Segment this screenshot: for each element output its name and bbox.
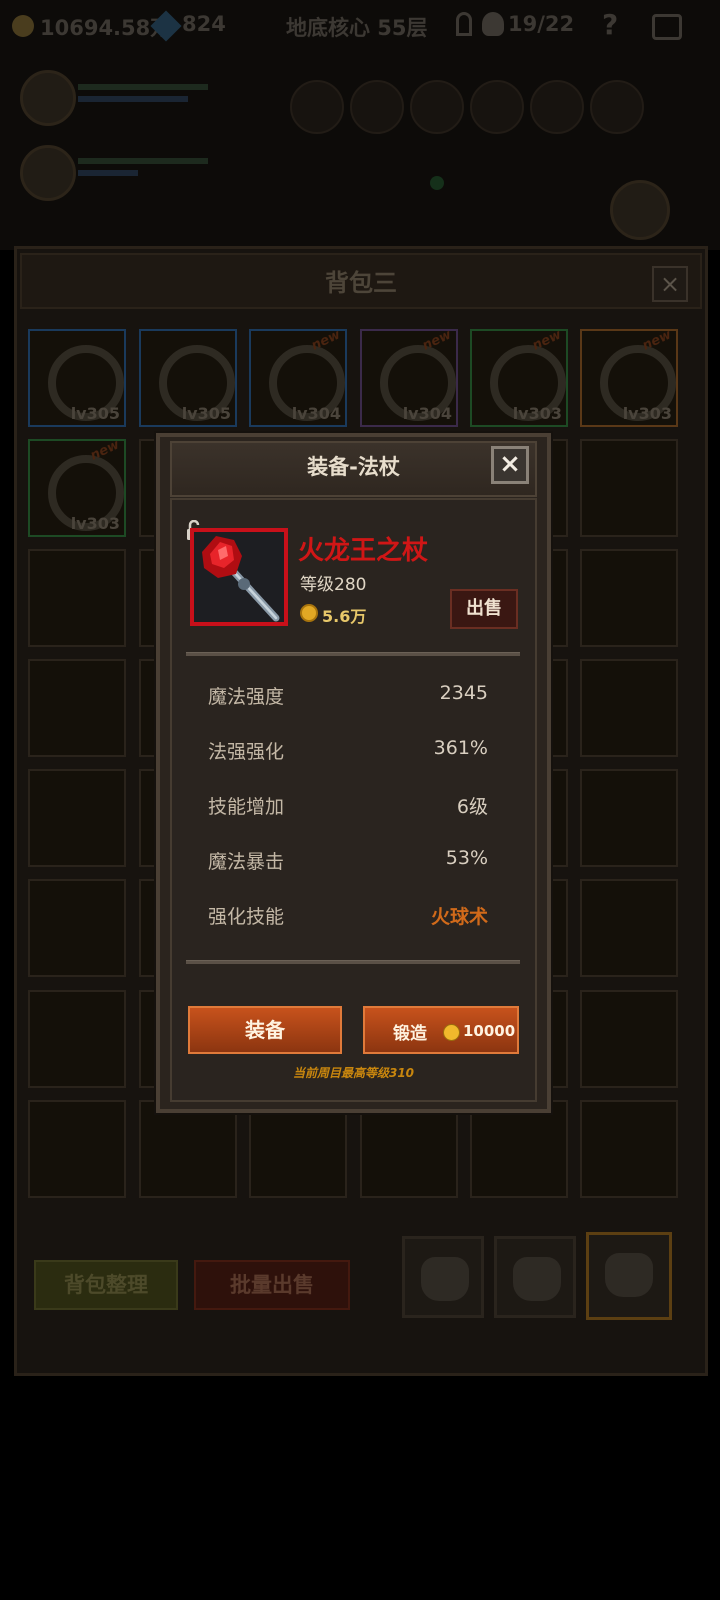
bag-slot[interactable]: lv305: [28, 329, 126, 427]
bag-icon: [605, 1253, 653, 1297]
bag-slot[interactable]: new lv303: [470, 327, 568, 427]
forge-button[interactable]: 锻造 10000: [363, 1006, 519, 1054]
dialog-title: 装备-法杖: [307, 455, 400, 479]
item-level-label: lv304: [291, 404, 341, 423]
bag-slot[interactable]: [580, 659, 678, 757]
stat-label-magic-crit: 魔法暴击: [208, 851, 285, 873]
bag-slot[interactable]: [28, 659, 126, 757]
bag-slot[interactable]: new lv303: [580, 327, 678, 427]
item-price: 5.6万: [322, 607, 367, 626]
hero-mp-bar-1: [78, 96, 188, 102]
max-level-note: 当前周目最高等级310: [292, 1066, 415, 1080]
bag-slot[interactable]: [470, 1100, 568, 1198]
item-icon-frame: [190, 528, 288, 626]
bag-slot[interactable]: [580, 1100, 678, 1198]
status-dot: [430, 176, 444, 190]
bag-tab-2[interactable]: [494, 1236, 576, 1318]
bag-slot[interactable]: [580, 549, 678, 647]
bag-slot[interactable]: lv305: [139, 329, 237, 427]
counter-label: 19/22: [508, 12, 575, 36]
divider-top: [186, 652, 520, 656]
bag-close-button[interactable]: ×: [652, 266, 688, 302]
character-portrait[interactable]: [610, 180, 670, 240]
hero-hp-bar-1: [78, 84, 208, 90]
bag-slot[interactable]: [28, 769, 126, 867]
item-level-label: lv304: [402, 404, 452, 423]
item-level-label: lv303: [70, 514, 120, 533]
bag-icon: [513, 1257, 561, 1301]
bag-slot[interactable]: [28, 990, 126, 1088]
equip-slot-6[interactable]: [590, 80, 644, 134]
bag-slot[interactable]: [28, 879, 126, 977]
hero-avatar-2[interactable]: [20, 145, 76, 201]
stat-label-enhanced-skill: 强化技能: [208, 906, 285, 928]
menu-icon[interactable]: [652, 14, 682, 40]
bag-slot[interactable]: [28, 1100, 126, 1198]
stat-label-magic-boost: 法强强化: [208, 741, 285, 763]
bag-slot[interactable]: new lv304: [249, 327, 347, 427]
stat-value-enhanced-skill: 火球术: [430, 906, 488, 928]
hero-avatar-1[interactable]: [20, 70, 76, 126]
gold-coin-icon: [12, 15, 34, 37]
stat-value-skill-bonus: 6级: [456, 796, 488, 818]
bag-slot[interactable]: [249, 1100, 347, 1198]
hero-mp-bar-2: [78, 170, 138, 176]
bag-slot[interactable]: [360, 1100, 458, 1198]
stage-label[interactable]: 地底核心 55层: [286, 12, 428, 42]
bag-slot[interactable]: [580, 879, 678, 977]
divider-bottom: [186, 960, 520, 964]
bag-tab-1[interactable]: [402, 1236, 484, 1318]
item-level-label: lv303: [512, 404, 562, 423]
stat-value-magic-boost: 361%: [433, 737, 488, 759]
key-icon: [456, 12, 472, 36]
dialog-close-button[interactable]: ×: [491, 446, 529, 484]
bag-icon: [421, 1257, 469, 1301]
fire-staff-icon: [194, 532, 284, 622]
item-level-label: lv305: [181, 404, 231, 423]
equip-slot-3[interactable]: [410, 80, 464, 134]
sort-bag-button[interactable]: 背包整理: [34, 1260, 178, 1310]
equip-slot-5[interactable]: [530, 80, 584, 134]
bag-slot[interactable]: [139, 1100, 237, 1198]
help-icon[interactable]: ?: [602, 8, 618, 41]
bag-slot[interactable]: [580, 769, 678, 867]
bag-slot[interactable]: new lv304: [360, 327, 458, 427]
coin-icon: [443, 1024, 460, 1041]
forge-cost: 10000: [463, 1022, 516, 1040]
item-level-label: lv303: [622, 404, 672, 423]
hero-hp-bar-2: [78, 158, 208, 164]
bag-slot[interactable]: [28, 549, 126, 647]
bag-slot[interactable]: [580, 990, 678, 1088]
sell-button[interactable]: 出售: [450, 589, 518, 629]
stat-label-skill-bonus: 技能增加: [208, 796, 285, 818]
bulk-sell-button[interactable]: 批量出售: [194, 1260, 350, 1310]
equip-button[interactable]: 装备: [188, 1006, 342, 1054]
equip-slot-2[interactable]: [350, 80, 404, 134]
item-level: 等级280: [300, 575, 367, 595]
coin-icon: [300, 604, 318, 622]
forge-label: 锻造: [393, 1024, 427, 1044]
bag-tab-3[interactable]: [586, 1232, 672, 1320]
stat-value-magic-power: 2345: [439, 682, 488, 704]
equip-slot-1[interactable]: [290, 80, 344, 134]
equip-slot-4[interactable]: [470, 80, 524, 134]
bag-slot[interactable]: [580, 439, 678, 537]
stat-label-magic-power: 魔法强度: [208, 686, 285, 708]
bag-title: 背包三: [325, 269, 397, 297]
item-level-label: lv305: [70, 404, 120, 423]
item-name: 火龙王之杖: [298, 536, 429, 566]
gem-amount: 824: [182, 12, 226, 36]
bag-slot[interactable]: new lv303: [28, 437, 126, 537]
skull-icon: [482, 12, 504, 36]
stat-value-magic-crit: 53%: [445, 847, 488, 869]
